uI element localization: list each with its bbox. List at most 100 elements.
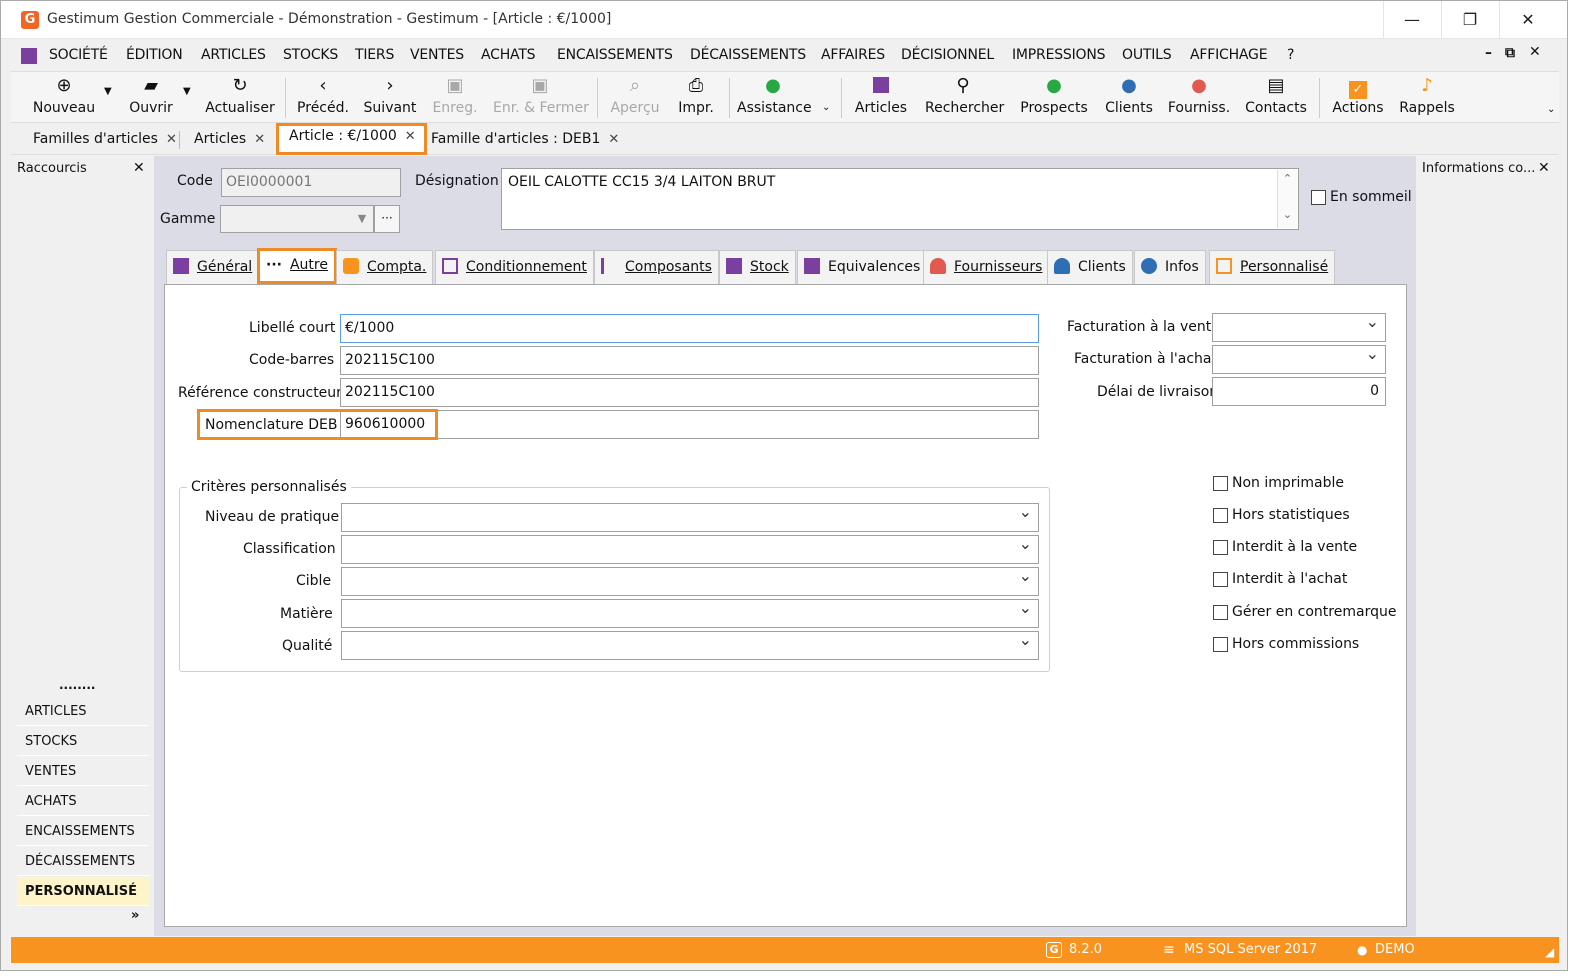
hors-statistiques-checkbox[interactable]	[1213, 508, 1228, 523]
search-button[interactable]: ⚲ Rechercher	[925, 74, 1004, 122]
clients-button[interactable]: ● Clients	[1103, 74, 1155, 122]
toolbar-overflow-icon[interactable]: ⌄	[1547, 104, 1555, 115]
classification-select[interactable]	[341, 535, 1039, 564]
menu-achats[interactable]: ACHATS	[481, 47, 536, 63]
menu-affaires[interactable]: AFFAIRES	[821, 47, 885, 63]
close-icon[interactable]: ✕	[254, 132, 265, 147]
tab-composants[interactable]: Composants	[594, 250, 719, 284]
menu-articles[interactable]: ARTICLES	[201, 47, 266, 63]
cible-select[interactable]	[341, 567, 1039, 596]
preview-button[interactable]: ⌕ Aperçu	[607, 74, 663, 122]
open-dropdown-arrow-icon[interactable]: ▼	[183, 86, 191, 97]
ref-constructeur-field[interactable]: 202115C100	[340, 378, 1039, 407]
menu-societe[interactable]: SOCIÉTÉ	[49, 47, 108, 63]
menu-help[interactable]: ?	[1287, 47, 1294, 63]
hors-commissions-checkbox[interactable]	[1213, 637, 1228, 652]
nav-ventes[interactable]: VENTES	[17, 757, 149, 786]
nav-articles[interactable]: ARTICLES	[17, 697, 149, 726]
tab-article-active[interactable]: Article : €/1000 ✕	[276, 123, 427, 155]
close-icon[interactable]: ✕	[608, 132, 619, 147]
tab-familles-articles[interactable]: Familles d'articles ✕	[23, 127, 177, 153]
menu-encaissements[interactable]: ENCAISSEMENTS	[557, 47, 673, 63]
reminders-button[interactable]: ♪ Rappels	[1397, 74, 1457, 122]
save-close-button[interactable]: ▣ Enr. & Fermer	[493, 74, 589, 122]
menu-affichage[interactable]: AFFICHAGE	[1190, 47, 1268, 63]
panel-splitter[interactable]: ........	[59, 678, 95, 692]
non-imprimable-checkbox[interactable]	[1213, 476, 1228, 491]
close-icon[interactable]: ✕	[1538, 160, 1550, 176]
interdit-vente-checkbox[interactable]	[1213, 540, 1228, 555]
menu-tiers[interactable]: TIERS	[355, 47, 394, 63]
minimize-button[interactable]: —	[1383, 1, 1440, 39]
gamme-dropdown-arrow-icon[interactable]: ▼	[351, 207, 373, 231]
qualite-select[interactable]	[341, 631, 1039, 660]
menu-impressions[interactable]: IMPRESSIONS	[1012, 47, 1106, 63]
print-button[interactable]: ⎙ Impr.	[673, 74, 719, 122]
menu-ventes[interactable]: VENTES	[410, 47, 464, 63]
tab-equivalences[interactable]: Equivalences	[797, 250, 928, 284]
suppliers-button[interactable]: ● Fourniss.	[1167, 74, 1231, 122]
close-icon[interactable]: ✕	[133, 160, 145, 176]
app-menu-icon[interactable]	[21, 48, 37, 64]
tab-clients[interactable]: Clients	[1047, 250, 1133, 284]
contacts-button[interactable]: ▤ Contacts	[1245, 74, 1307, 122]
new-dropdown-arrow-icon[interactable]: ▼	[104, 86, 112, 97]
prospects-button[interactable]: ● Prospects	[1017, 74, 1091, 122]
menu-outils[interactable]: OUTILS	[1122, 47, 1172, 63]
save-button[interactable]: ▣ Enreg.	[429, 74, 481, 122]
tab-fournisseurs[interactable]: Fournisseurs	[923, 250, 1050, 284]
code-field[interactable]: OEI0000001	[221, 168, 401, 197]
tab-compta[interactable]: Compta.	[336, 250, 434, 284]
menu-decisionnel[interactable]: DÉCISIONNEL	[901, 47, 994, 63]
niveau-pratique-select[interactable]	[341, 503, 1039, 532]
libelle-court-field[interactable]: €/1000	[340, 314, 1039, 343]
new-button[interactable]: ⊕ Nouveau	[29, 74, 99, 122]
tab-stock[interactable]: Stock	[719, 250, 796, 284]
next-button[interactable]: › Suivant	[361, 74, 419, 122]
close-icon[interactable]: ✕	[166, 132, 177, 147]
fact-vente-select[interactable]	[1212, 313, 1386, 342]
designation-scrollbar[interactable]: ⌃ ⌄	[1277, 170, 1297, 228]
nav-achats[interactable]: ACHATS	[17, 787, 149, 816]
nav-stocks[interactable]: STOCKS	[17, 727, 149, 756]
en-sommeil-checkbox[interactable]	[1311, 190, 1326, 205]
conditionnement-icon	[442, 258, 458, 274]
close-icon[interactable]: ✕	[405, 129, 416, 144]
child-minimize-button[interactable]: –	[1485, 45, 1492, 61]
previous-button[interactable]: ‹ Précéd.	[295, 74, 351, 122]
menu-decaissements[interactable]: DÉCAISSEMENTS	[690, 47, 806, 63]
resize-grip-icon[interactable]: ◢	[1545, 939, 1554, 965]
articles-button[interactable]: Articles	[853, 74, 909, 122]
designation-field[interactable]: OEIL CALOTTE CC15 3/4 LAITON BRUT	[501, 168, 1299, 230]
tab-general[interactable]: Général	[166, 250, 260, 284]
toolbar-overflow-icon[interactable]: ⌄	[822, 102, 830, 113]
nomenclature-deb-field[interactable]: 960610000	[340, 410, 1039, 439]
nav-encaissements[interactable]: ENCAISSEMENTS	[17, 817, 149, 846]
expand-chevron-icon[interactable]: »	[131, 908, 139, 923]
open-button[interactable]: ▰ Ouvrir	[123, 74, 179, 122]
nav-personnalise[interactable]: PERSONNALISÉ	[17, 877, 149, 906]
code-barres-field[interactable]: 202115C100	[340, 346, 1039, 375]
tab-famille-deb1[interactable]: Famille d'articles : DEB1 ✕	[421, 127, 619, 153]
assistance-button[interactable]: ● Assistance	[737, 74, 812, 122]
matiere-select[interactable]	[341, 599, 1039, 628]
gamme-browse-button[interactable]: ···	[374, 205, 400, 233]
interdit-achat-checkbox[interactable]	[1213, 572, 1228, 587]
tab-articles[interactable]: Articles ✕	[184, 127, 265, 153]
maximize-button[interactable]: ❐	[1441, 1, 1498, 39]
fact-achat-select[interactable]	[1212, 345, 1386, 374]
tab-infos[interactable]: Infos	[1134, 250, 1206, 284]
contremarque-checkbox[interactable]	[1213, 605, 1228, 620]
close-button[interactable]: ✕	[1499, 1, 1556, 39]
menu-stocks[interactable]: STOCKS	[283, 47, 338, 63]
tab-conditionnement[interactable]: Conditionnement	[435, 250, 594, 284]
actions-button[interactable]: ✓ Actions	[1329, 74, 1387, 122]
delai-livraison-field[interactable]: 0	[1212, 377, 1386, 406]
refresh-button[interactable]: ↻ Actualiser	[203, 74, 277, 122]
menu-edition[interactable]: ÉDITION	[126, 47, 183, 63]
child-restore-button[interactable]: ⧉	[1505, 45, 1515, 61]
nav-decaissements[interactable]: DÉCAISSEMENTS	[17, 847, 149, 876]
tab-personnalise[interactable]: Personnalisé	[1209, 250, 1336, 284]
tab-autre[interactable]: ··· Autre	[257, 248, 337, 284]
child-close-button[interactable]: ✕	[1529, 44, 1541, 60]
